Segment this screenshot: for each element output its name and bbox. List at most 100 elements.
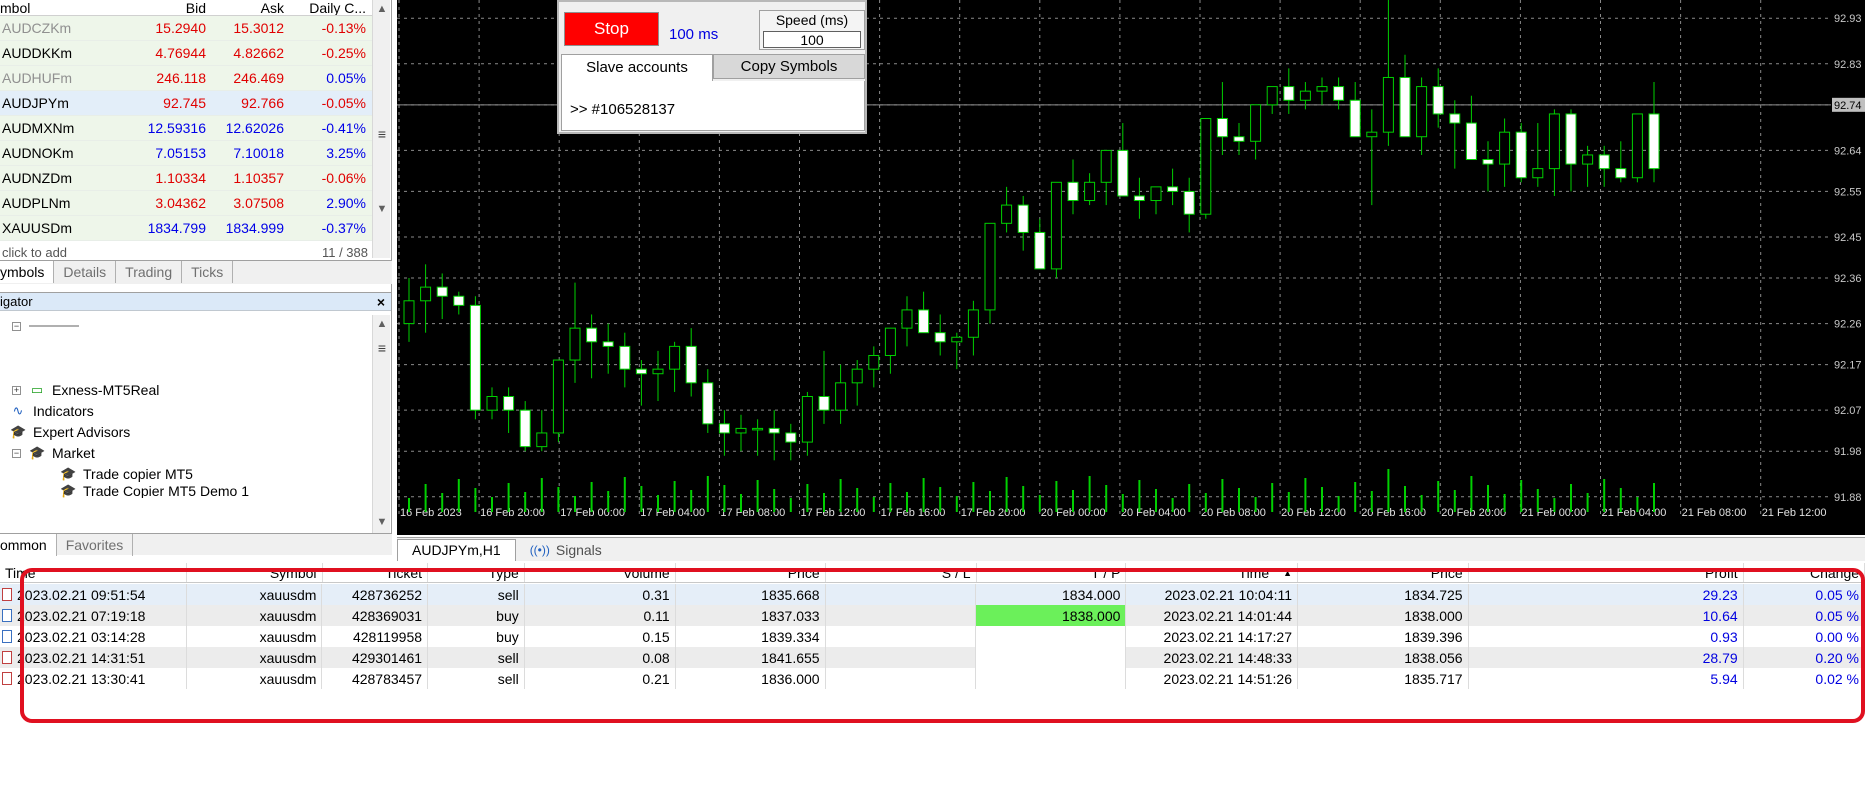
candle-bull (486, 396, 498, 411)
tab-trading[interactable]: Trading (116, 261, 183, 283)
bid-price: 1.10334 (155, 170, 206, 186)
column-daily-change[interactable]: Daily C... (288, 0, 372, 15)
candle-bull (835, 382, 847, 411)
candle-bear (702, 382, 714, 425)
symbol-row[interactable]: AUDDKKm 4.76944 4.82662 -0.25% (0, 41, 372, 66)
ask-price: 3.07508 (233, 195, 284, 211)
symbol-row[interactable]: AUDNOKm 7.05153 7.10018 3.25% (0, 141, 372, 166)
market-watch-header: mbol Bid Ask Daily C... (0, 0, 372, 16)
symbol-row[interactable]: AUDJPYm 92.745 92.766 -0.05% (0, 91, 372, 116)
redacted-text (29, 325, 79, 327)
chart-tabs: AUDJPYm,H1 ((•)) Signals (397, 537, 1865, 561)
time-label: 17 Feb 12:00 (801, 507, 866, 519)
tab-audjpy-h1[interactable]: AUDJPYm,H1 (397, 538, 516, 561)
stop-button[interactable]: Stop (564, 12, 659, 46)
expert-advisor-icon: 🎓 (10, 424, 27, 439)
expand-icon[interactable]: + (12, 385, 21, 395)
tab-common[interactable]: ommon (0, 534, 57, 556)
tree-node-expert-advisors[interactable]: 🎓 Expert Advisors (10, 421, 130, 443)
speed-input[interactable]: 100 (763, 31, 861, 48)
candle-bull (1382, 76, 1394, 133)
candle-bear (453, 295, 465, 306)
daily-change: 3.25% (326, 145, 366, 161)
scroll-thumb-grip-icon[interactable]: ≡ (373, 339, 391, 357)
tab-slave-accounts[interactable]: Slave accounts (561, 54, 713, 82)
candle-bear (436, 286, 448, 297)
tab-copy-symbols[interactable]: Copy Symbols (713, 54, 865, 79)
time-label: 17 Feb 00:00 (560, 507, 625, 519)
symbol-row[interactable]: AUDMXNm 12.59316 12.62026 -0.41% (0, 116, 372, 141)
candle-bull (1299, 90, 1311, 101)
candle-bull (1266, 86, 1278, 106)
tab-favorites[interactable]: Favorites (57, 534, 134, 556)
symbol-name: AUDDKKm (2, 45, 73, 61)
candle-bull (951, 336, 963, 343)
candle-bear (818, 396, 830, 411)
tree-node-account[interactable]: − (12, 315, 79, 337)
scroll-down-icon[interactable]: ▼ (373, 200, 391, 218)
candle-bear (1216, 117, 1228, 138)
navigator-scrollbar[interactable]: ▲ ≡ ▼ (372, 315, 390, 533)
slave-account-item[interactable]: >> #106528137 (570, 101, 675, 118)
indicator-icon: ∿ (12, 403, 24, 418)
candle-bear (1598, 154, 1610, 170)
time-label: 21 Feb 12:00 (1762, 507, 1827, 519)
column-ask[interactable]: Ask (210, 0, 288, 15)
tree-node-exness[interactable]: + ▭ Exness-MT5Real (12, 379, 159, 401)
tab-details[interactable]: Details (54, 261, 117, 283)
candle-bull (1316, 86, 1328, 92)
symbol-name: AUDMXNm (2, 120, 75, 136)
time-label: 17 Feb 08:00 (720, 507, 785, 519)
collapse-icon[interactable]: − (12, 321, 21, 331)
column-bid[interactable]: Bid (132, 0, 210, 15)
column-symbol[interactable]: mbol (0, 0, 132, 15)
candle-bull (569, 327, 581, 361)
candle-bear (1449, 113, 1461, 124)
navigator-tabs: ommon Favorites (0, 533, 392, 556)
tree-node-trade-copier-demo[interactable]: 🎓 Trade Copier MT5 Demo 1 (60, 484, 249, 498)
candle-bull (536, 432, 548, 448)
speed-display: 100 ms (669, 26, 719, 43)
market-watch-footer: click to add 11 / 388 (0, 245, 372, 260)
tab-ticks[interactable]: Ticks (182, 261, 234, 283)
tree-label: Market (52, 445, 95, 461)
scroll-down-icon[interactable]: ▼ (373, 513, 391, 531)
candle-bear (1565, 113, 1577, 165)
candle-bear (469, 304, 481, 411)
symbol-row[interactable]: AUDNZDm 1.10334 1.10357 -0.06% (0, 166, 372, 191)
candle-bear (934, 332, 946, 343)
symbol-row[interactable]: AUDHUFm 246.118 246.469 0.05% (0, 66, 372, 91)
symbol-row[interactable]: XAUUSDm 1834.799 1834.999 -0.37% (0, 216, 372, 241)
collapse-icon[interactable]: − (12, 448, 21, 458)
price-label: 92.83 (1834, 59, 1862, 71)
scroll-up-icon[interactable]: ▲ (373, 315, 391, 333)
tree-node-trade-copier[interactable]: 🎓 Trade copier MT5 (60, 463, 193, 485)
close-icon[interactable]: × (377, 293, 385, 311)
tab-symbols[interactable]: ymbols (0, 261, 55, 283)
tab-signals[interactable]: ((•)) Signals (516, 539, 616, 561)
market-watch-tabs: ymbols Details Trading Ticks (0, 260, 392, 284)
candle-bull (851, 368, 863, 384)
scroll-thumb-grip-icon[interactable]: ≡ (373, 125, 391, 143)
candle-bull (1548, 113, 1560, 170)
symbol-row[interactable]: AUDCZKm 15.2940 15.3012 -0.13% (0, 16, 372, 41)
candle-bull (1582, 154, 1594, 165)
price-label: 92.17 (1834, 360, 1862, 372)
ask-price: 1.10357 (233, 170, 284, 186)
candle-bull (1150, 186, 1162, 202)
scroll-up-icon[interactable]: ▲ (373, 0, 391, 18)
bid-price: 92.745 (163, 95, 206, 111)
candle-bear (1067, 181, 1079, 202)
tree-node-market[interactable]: − 🎓 Market (12, 442, 95, 464)
symbol-row[interactable]: AUDPLNm 3.04362 3.07508 2.90% (0, 191, 372, 216)
candle-bear (503, 396, 515, 411)
market-watch-scrollbar[interactable]: ▲ ≡ ▼ (372, 0, 390, 258)
click-to-add[interactable]: click to add (2, 245, 67, 260)
candle-bull (403, 300, 415, 325)
tree-node-indicators[interactable]: ∿ Indicators (10, 400, 94, 422)
candle-bear (1349, 99, 1361, 138)
candle-bull (801, 396, 813, 443)
candle-bull (901, 309, 913, 329)
bid-price: 15.2940 (155, 20, 206, 36)
current-price-label: 92.74 (1834, 100, 1862, 112)
